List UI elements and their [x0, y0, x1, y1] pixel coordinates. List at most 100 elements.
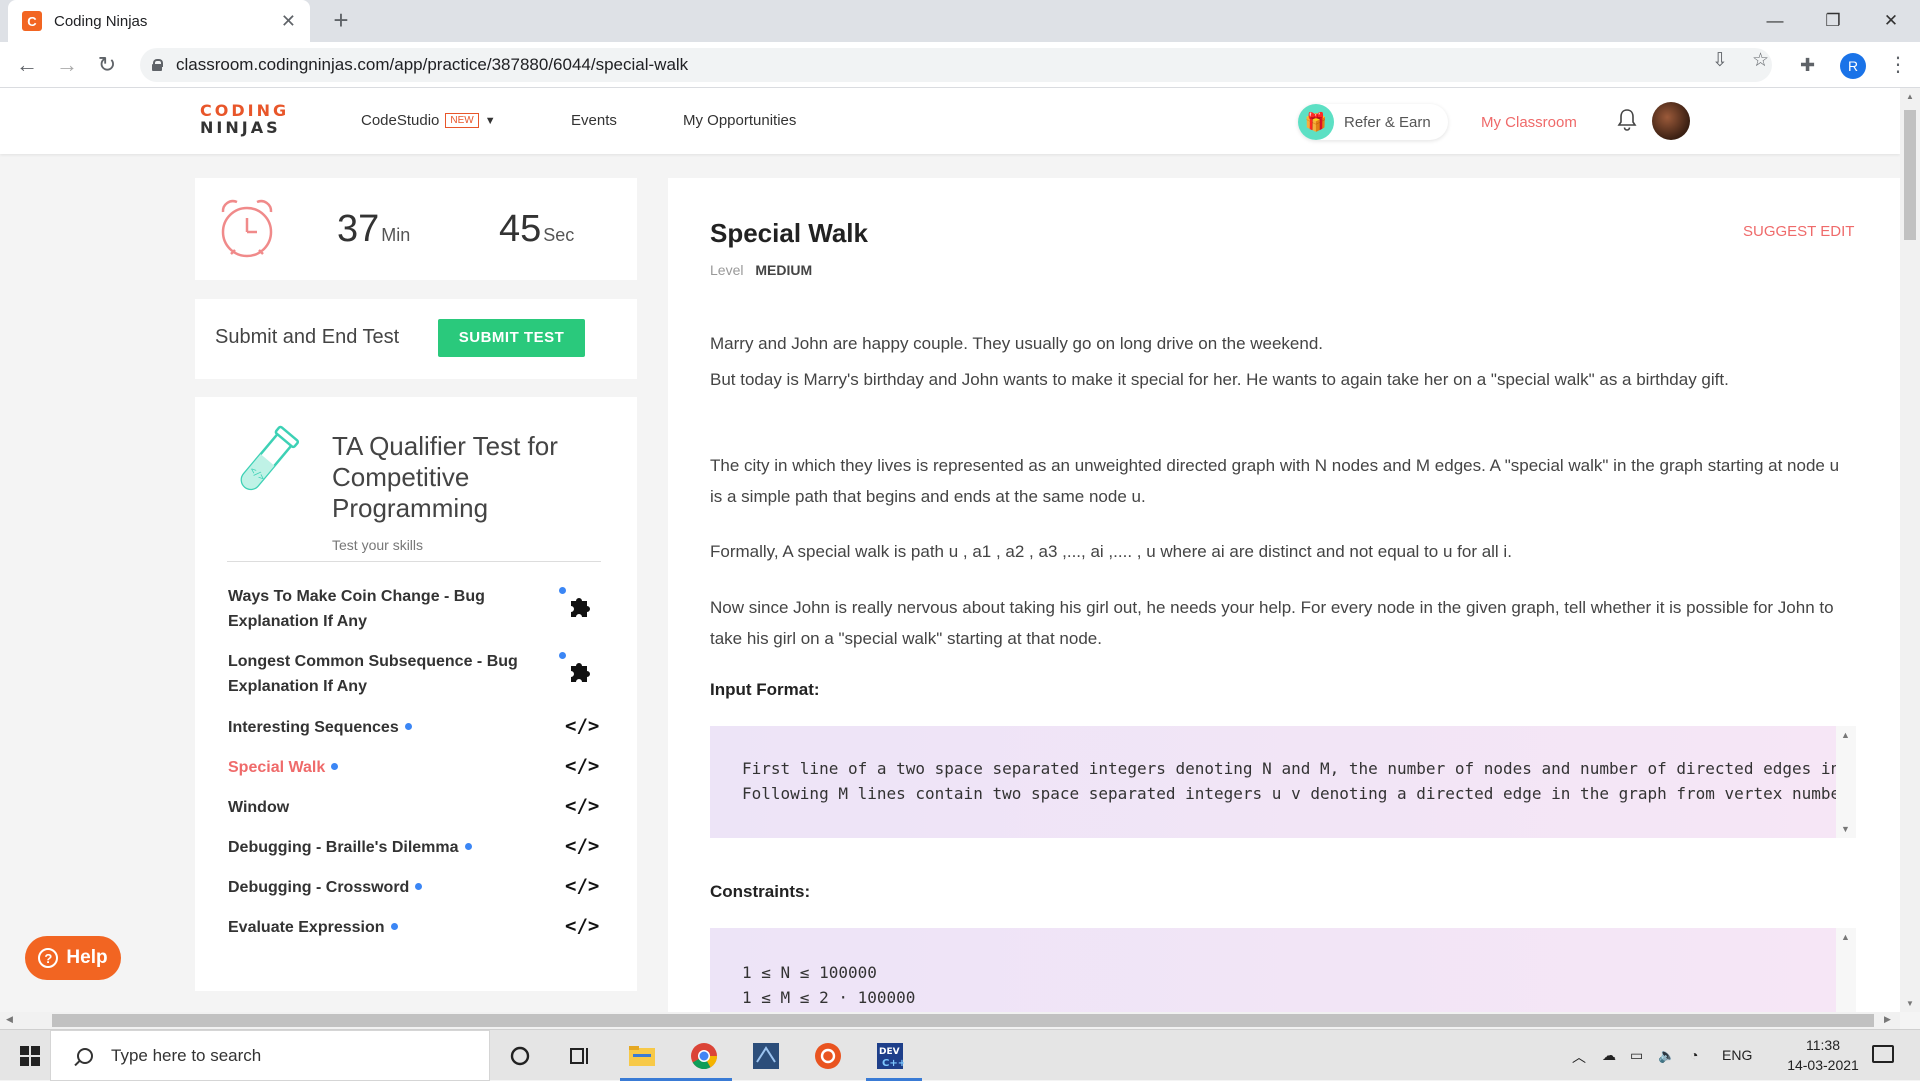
scroll-left-icon[interactable]: ◀	[6, 1014, 13, 1025]
chevron-down-icon: ▼	[484, 115, 496, 127]
restore-icon[interactable]: ❐	[1804, 0, 1862, 42]
code-icon: </>	[565, 835, 600, 857]
question-label: Evaluate Expression	[228, 919, 385, 936]
codebox-scrollbar[interactable]: ▲	[1836, 928, 1856, 1012]
question-item[interactable]: Window	[228, 795, 608, 820]
forward-icon[interactable]: →	[52, 50, 82, 80]
vertical-scroll-thumb[interactable]	[1904, 110, 1916, 240]
search-placeholder: Type here to search	[111, 1045, 262, 1065]
code-icon: </>	[565, 755, 600, 777]
extensions-puzzle-icon[interactable]: ✚	[1800, 55, 1815, 76]
question-label-line2: Explanation If Any	[228, 678, 367, 695]
horizontal-scroll-thumb[interactable]	[52, 1014, 1874, 1027]
minutes-unit: Min	[381, 225, 411, 245]
status-dot	[390, 923, 398, 930]
lock-icon	[152, 59, 163, 71]
nav-events[interactable]: Events	[571, 112, 617, 129]
page-horizontal-scrollbar[interactable]: ◀ ▶	[0, 1012, 1900, 1029]
bookmark-star-icon[interactable]: ☆	[1752, 49, 1769, 72]
profile-avatar[interactable]: R	[1840, 53, 1866, 79]
task-view-icon[interactable]	[564, 1040, 596, 1072]
taskbar-search-box[interactable]: Type here to search	[50, 1030, 490, 1081]
onedrive-cloud-icon[interactable]: ☁	[1602, 1047, 1616, 1064]
language-indicator[interactable]: ENG	[1722, 1047, 1752, 1063]
question-item[interactable]: Debugging - Crossword	[228, 875, 608, 900]
question-item[interactable]: Interesting Sequences	[228, 715, 608, 740]
code-icon: </>	[565, 715, 600, 737]
volume-icon[interactable]: 🔈	[1658, 1047, 1675, 1064]
question-item[interactable]: Ways To Make Coin Change - Bug Explanati…	[228, 584, 608, 634]
code-icon: </>	[565, 875, 600, 897]
problem-paragraph: Now since John is really nervous about t…	[710, 598, 1834, 648]
test-title: TA Qualifier Test for Competitive Progra…	[332, 431, 558, 523]
question-circle-icon: ?	[38, 948, 59, 968]
search-icon	[77, 1047, 93, 1064]
minutes-value: 37	[337, 208, 380, 250]
my-classroom-link[interactable]: My Classroom	[1481, 114, 1577, 131]
scroll-down-icon[interactable]: ▼	[1841, 824, 1850, 834]
scroll-right-icon[interactable]: ▶	[1884, 1014, 1891, 1025]
suggest-edit-link[interactable]: SUGGEST EDIT	[1743, 223, 1854, 240]
wifi-icon[interactable]: ◔	[1690, 1047, 1698, 1063]
dev-cpp-icon[interactable]: DEV C++	[874, 1040, 906, 1072]
tray-chevron-up-icon[interactable]: ︿	[1572, 1047, 1586, 1067]
page-vertical-scrollbar[interactable]: ▲ ▼	[1900, 88, 1920, 1012]
back-icon[interactable]: ←	[12, 50, 42, 80]
install-app-icon[interactable]: ⇩	[1712, 49, 1728, 72]
notification-center-icon[interactable]	[1872, 1045, 1894, 1063]
question-item[interactable]: Longest Common Subsequence - Bug Explana…	[228, 649, 608, 699]
divider	[227, 561, 601, 562]
vm-app-icon[interactable]	[750, 1040, 782, 1072]
code-line: First line of a two space separated inte…	[742, 759, 1841, 778]
nav-my-opportunities[interactable]: My Opportunities	[683, 112, 796, 129]
logo-text-bottom: NINJAS	[200, 118, 281, 137]
page-viewport: CODING NINJAS CodeStudio NEW ▼ Events My O…	[0, 88, 1900, 1012]
svg-text:DEV: DEV	[879, 1047, 900, 1057]
question-item[interactable]: Evaluate Expression	[228, 915, 608, 940]
submit-card: Submit and End Test SUBMIT TEST	[195, 299, 637, 379]
puzzle-icon	[571, 663, 590, 682]
question-item-active[interactable]: Special Walk	[228, 755, 608, 780]
code-line: 1 ≤ N ≤ 100000	[742, 963, 877, 982]
status-dot	[559, 587, 566, 594]
close-tab-icon[interactable]: ✕	[281, 11, 296, 32]
taskbar-clock[interactable]: 11:38 14-03-2021	[1780, 1035, 1866, 1075]
nav-codestudio-label: CodeStudio	[361, 112, 440, 129]
input-format-codebox[interactable]: First line of a two space separated inte…	[710, 726, 1856, 838]
scroll-up-icon[interactable]: ▲	[1841, 932, 1850, 942]
scroll-up-icon[interactable]: ▲	[1841, 730, 1850, 740]
new-tab-icon[interactable]: +	[326, 6, 356, 36]
help-button[interactable]: ? Help	[25, 936, 121, 980]
submit-test-button[interactable]: SUBMIT TEST	[438, 319, 585, 357]
level-label: Level	[710, 262, 744, 278]
windows-start-icon[interactable]	[20, 1046, 40, 1066]
browser-toolbar: ← → ↻ classroom.codingninjas.com/app/pra…	[0, 42, 1920, 88]
scroll-up-icon[interactable]: ▲	[1906, 92, 1914, 101]
nav-codestudio[interactable]: CodeStudio NEW ▼	[361, 112, 496, 129]
scroll-down-icon[interactable]: ▼	[1906, 999, 1914, 1008]
chrome-icon[interactable]	[688, 1040, 720, 1072]
question-label-line2: Explanation If Any	[228, 613, 367, 630]
close-window-icon[interactable]: ✕	[1862, 0, 1920, 42]
coding-ninjas-logo[interactable]: CODING NINJAS	[200, 102, 292, 140]
user-avatar[interactable]	[1652, 102, 1690, 140]
ubuntu-icon[interactable]	[812, 1040, 844, 1072]
site-header: CODING NINJAS CodeStudio NEW ▼ Events My O…	[0, 88, 1900, 154]
status-dot	[559, 652, 566, 659]
codebox-scrollbar[interactable]: ▲ ▼	[1836, 726, 1856, 838]
reload-icon[interactable]: ↻	[92, 50, 122, 80]
battery-icon[interactable]: ▭	[1630, 1047, 1643, 1064]
code-icon: </>	[565, 795, 600, 817]
constraints-codebox[interactable]: 1 ≤ N ≤ 100000 1 ≤ M ≤ 2 · 100000 ▲	[710, 928, 1856, 1012]
question-item[interactable]: Debugging - Braille's Dilemma	[228, 835, 608, 860]
cortana-icon[interactable]	[504, 1040, 536, 1072]
bell-icon[interactable]	[1616, 108, 1638, 138]
timer-seconds: 45 Sec	[499, 208, 574, 251]
browser-menu-icon[interactable]: ⋮	[1888, 52, 1908, 77]
file-explorer-icon[interactable]	[626, 1040, 658, 1072]
refer-earn-button[interactable]: 🎁 Refer & Earn	[1298, 104, 1448, 140]
address-bar[interactable]: classroom.codingninjas.com/app/practice/…	[140, 48, 1772, 82]
problem-title: Special Walk	[710, 218, 868, 248]
minimize-icon[interactable]: —	[1746, 0, 1804, 42]
browser-tab[interactable]: C Coding Ninjas ✕	[8, 0, 310, 42]
